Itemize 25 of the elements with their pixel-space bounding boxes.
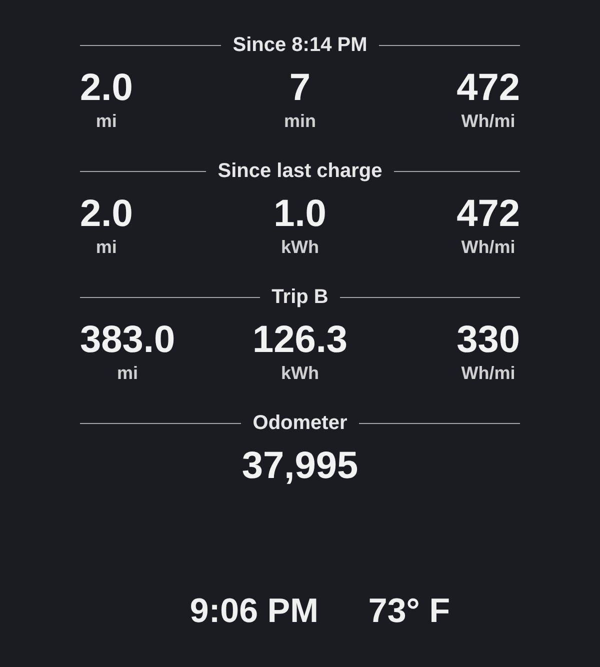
section-title: Since last charge — [218, 159, 382, 184]
stat-unit: mi — [96, 236, 117, 258]
stat-value: 472 — [456, 192, 520, 236]
stat-value: 37,995 — [242, 444, 358, 488]
stat-value: 1.0 — [274, 192, 326, 236]
clock-time: 9:06 PM — [190, 591, 318, 632]
stat-value: 383.0 — [80, 318, 176, 362]
stat-value: 2.0 — [80, 192, 133, 236]
stat-value: 7 — [289, 66, 311, 110]
section-title: Trip B — [272, 285, 328, 310]
stat-unit: Wh/mi — [461, 110, 516, 132]
stat-unit: kWh — [280, 236, 319, 258]
section-title: Since 8:14 PM — [232, 33, 368, 58]
stat-unit: Wh/mi — [461, 236, 516, 258]
outside-temperature: 73° F — [368, 591, 450, 632]
stat-unit: mi — [96, 110, 117, 132]
section-title: Odometer — [252, 411, 348, 436]
stat-unit: Wh/mi — [461, 362, 516, 384]
stat-unit: mi — [117, 362, 138, 384]
stat-value: 472 — [456, 66, 520, 110]
stat-unit: min — [284, 110, 316, 132]
stat-value: 2.0 — [80, 66, 133, 110]
stat-value: 330 — [456, 318, 520, 362]
stat-unit: kWh — [280, 362, 319, 384]
stat-value: 126.3 — [252, 318, 348, 362]
